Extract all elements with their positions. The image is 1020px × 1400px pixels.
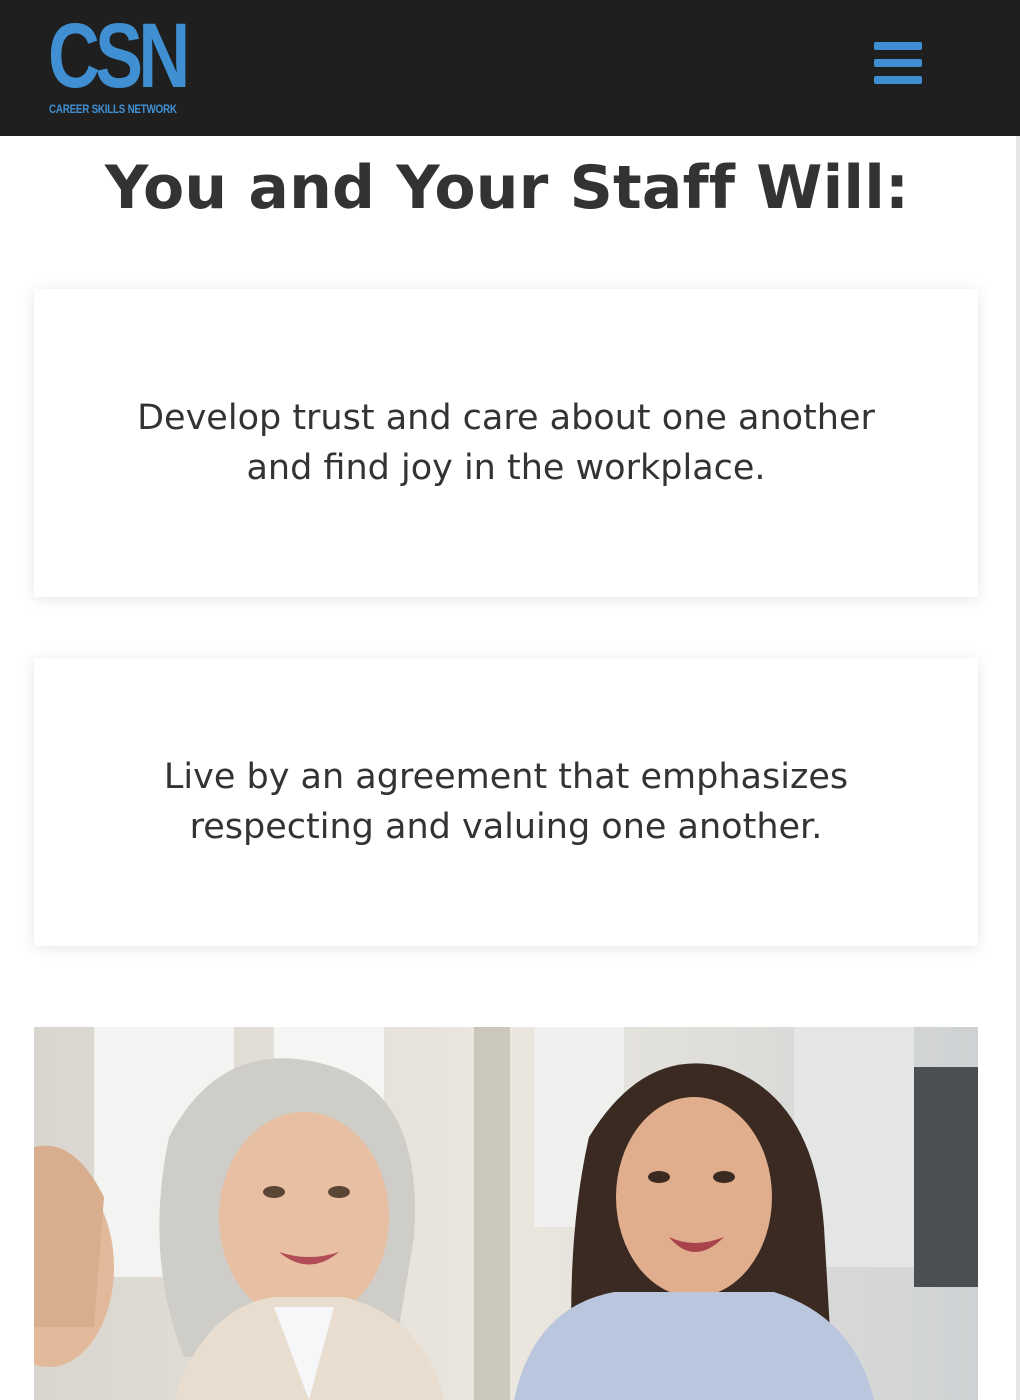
- benefit-text: Develop trust and care about one another…: [137, 398, 875, 488]
- menu-bar: [874, 42, 922, 50]
- scrollbar[interactable]: [1016, 136, 1020, 1400]
- benefit-card: Develop trust and care about one another…: [34, 289, 978, 597]
- page-title: You and Your Staff Will:: [104, 153, 910, 223]
- menu-bar: [874, 76, 922, 84]
- benefit-card: Live by an agreement that emphasizes res…: [34, 658, 978, 946]
- benefit-text: Live by an agreement that emphasizes res…: [163, 757, 849, 847]
- logo-tagline: CAREER SKILLS NETWORK: [49, 102, 177, 116]
- csn-logo[interactable]: CSN CAREER SKILLS NETWORK: [48, 10, 190, 118]
- coworkers-photo: [34, 1027, 978, 1400]
- hamburger-menu-icon[interactable]: [872, 42, 924, 86]
- site-header: CSN CAREER SKILLS NETWORK: [0, 0, 1020, 136]
- photo-illustration: [34, 1027, 978, 1400]
- menu-bar: [874, 59, 922, 67]
- logo-letters: CSN: [48, 5, 190, 107]
